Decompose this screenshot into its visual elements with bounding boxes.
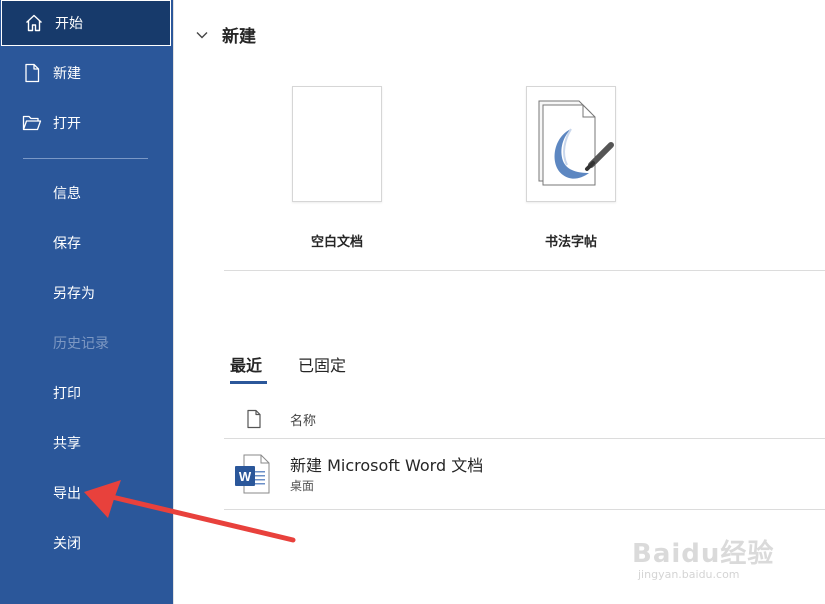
- nav-export[interactable]: 导出: [0, 470, 173, 516]
- tab-recent[interactable]: 最近: [230, 352, 262, 376]
- nav-save-as[interactable]: 另存为: [0, 270, 173, 316]
- template-calligraphy-name: 书法字帖: [544, 235, 597, 250]
- nav-home[interactable]: 开始: [1, 0, 171, 46]
- svg-text:W: W: [239, 469, 252, 484]
- calligraphy-thumbnail: [526, 86, 616, 202]
- nav-close-label: 关闭: [53, 536, 81, 552]
- new-section-title: 新建: [222, 27, 256, 47]
- section-divider: [224, 270, 825, 271]
- column-name-header[interactable]: 名称: [290, 410, 316, 429]
- tab-pinned[interactable]: 已固定: [298, 352, 346, 376]
- nav-open[interactable]: 打开: [0, 100, 173, 146]
- backstage-main: 新建 空白文档 书法字帖 最近 已固定 名称 W 新建 Microsoft Wo…: [173, 0, 825, 604]
- home-icon: [24, 13, 44, 33]
- nav-info[interactable]: 信息: [0, 170, 173, 216]
- list-header-divider: [224, 438, 825, 439]
- nav-info-label: 信息: [53, 186, 81, 202]
- nav-close[interactable]: 关闭: [0, 520, 173, 566]
- document-icon: [22, 63, 42, 83]
- nav-new-label: 新建: [53, 66, 81, 82]
- nav-export-label: 导出: [53, 486, 81, 502]
- nav-save-as-label: 另存为: [53, 286, 95, 302]
- nav-print-label: 打印: [53, 386, 81, 402]
- recent-file-row[interactable]: W 新建 Microsoft Word 文档 桌面: [224, 440, 825, 510]
- nav-history-label: 历史记录: [53, 336, 109, 352]
- calligraphy-brush-icon: [538, 100, 614, 186]
- nav-history: 历史记录: [0, 320, 173, 366]
- list-bottom-divider: [224, 509, 825, 510]
- recent-file-location: 桌面: [290, 479, 315, 493]
- nav-open-label: 打开: [53, 116, 81, 132]
- chevron-down-icon: [196, 31, 208, 38]
- blank-document-thumbnail: [292, 86, 382, 202]
- nav-new[interactable]: 新建: [0, 50, 173, 96]
- recent-file-name: 新建 Microsoft Word 文档: [290, 456, 484, 475]
- nav-save-label: 保存: [53, 236, 81, 252]
- template-calligraphy[interactable]: 书法字帖: [506, 86, 636, 250]
- nav-divider: [23, 158, 148, 159]
- new-section-toggle[interactable]: 新建: [196, 22, 256, 47]
- file-icon: [247, 409, 261, 429]
- template-blank-name: 空白文档: [310, 235, 363, 250]
- file-list-header: 名称: [224, 404, 825, 434]
- nav-print[interactable]: 打印: [0, 370, 173, 416]
- template-blank-document[interactable]: 空白文档: [272, 86, 402, 250]
- word-document-icon: W: [235, 454, 270, 494]
- folder-open-icon: [22, 113, 42, 133]
- nav-share[interactable]: 共享: [0, 420, 173, 466]
- tab-recent-underline: [230, 381, 267, 384]
- backstage-sidebar: 开始 新建 打开 信息 保存 另存为 历史记录 打印 共享 导出 关闭: [0, 0, 173, 604]
- nav-share-label: 共享: [53, 436, 81, 452]
- nav-home-label: 开始: [55, 16, 83, 32]
- nav-save[interactable]: 保存: [0, 220, 173, 266]
